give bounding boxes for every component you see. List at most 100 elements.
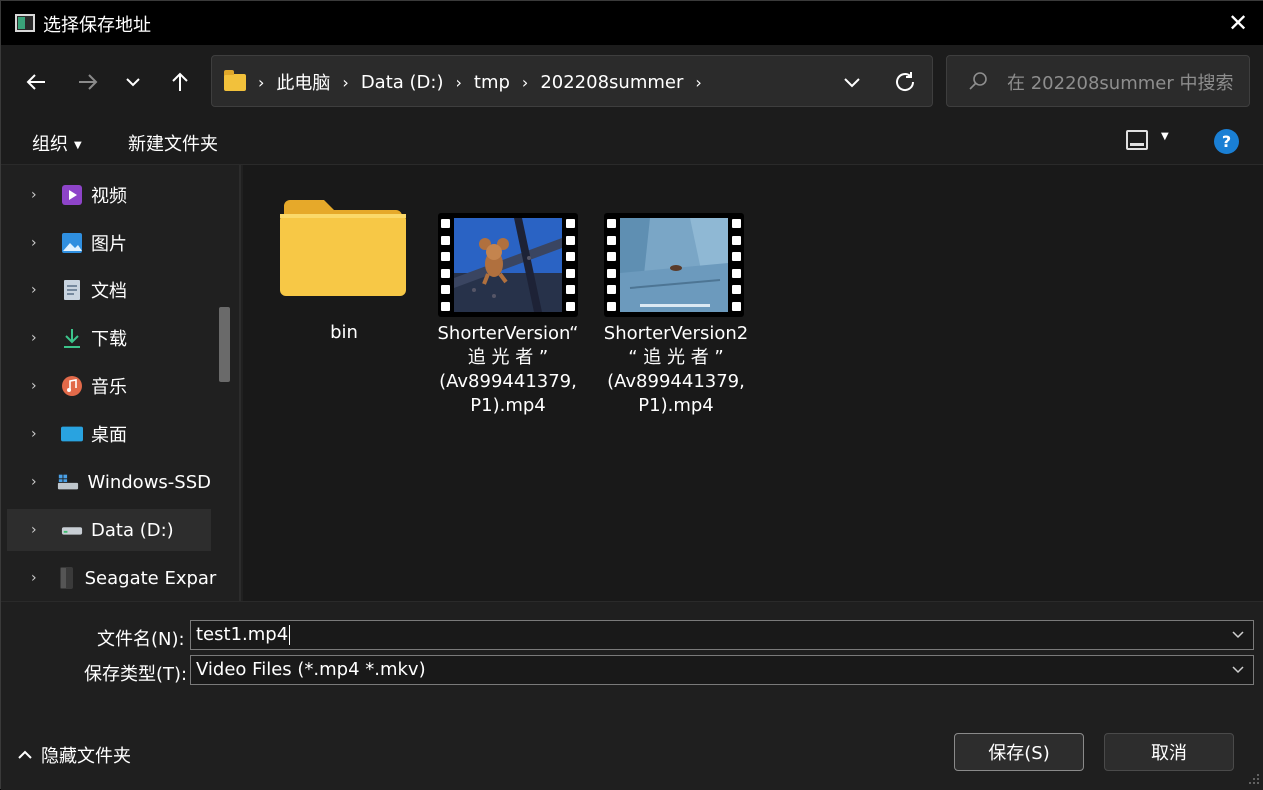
title-bar: 选择保存地址 ✕ (1, 1, 1263, 45)
breadcrumb: › 此电脑 › Data (D:) › tmp › 202208summer › (224, 69, 714, 95)
filename-input[interactable]: test1.mp4 (196, 624, 291, 645)
file-name-line: (Av899441379, (439, 371, 577, 392)
sidebar-item-label: 桌面 (91, 425, 127, 446)
chevron-up-icon (18, 750, 32, 759)
sidebar-item-label: 视频 (91, 186, 127, 207)
sidebar-item-label: 音乐 (91, 377, 127, 398)
arrow-right-icon (79, 74, 98, 90)
chevron-right-icon[interactable]: › (31, 570, 37, 586)
help-button[interactable]: ? (1214, 129, 1239, 154)
filetype-label: 保存类型(T): (84, 664, 188, 685)
command-bar: 组织 ▼ 新建文件夹 ▼ (1, 117, 1263, 165)
video-icon (61, 184, 83, 206)
video-file-item[interactable]: ShorterVersion“ 追 光 者 ” (Av899441379, P1… (435, 213, 581, 423)
sidebar-item-music[interactable]: › 音乐 (7, 365, 211, 407)
file-name-line: P1).mp4 (470, 395, 546, 416)
desktop-icon (61, 423, 83, 445)
address-bar[interactable]: › 此电脑 › Data (D:) › tmp › 202208summer › (211, 55, 933, 107)
search-icon (969, 72, 987, 90)
sidebar-item-label: 图片 (91, 234, 127, 255)
breadcrumb-item[interactable]: tmp (474, 72, 510, 93)
thumbnail-image (620, 218, 728, 312)
search-box[interactable]: 在 202208summer 中搜索 (946, 55, 1250, 107)
save-options-panel: 文件名(N): test1.mp4 保存类型(T): Video Files (… (1, 601, 1263, 790)
dialog-title: 选择保存地址 (43, 15, 151, 36)
sidebar-item-videos[interactable]: › 视频 (7, 174, 211, 216)
chevron-right-icon[interactable]: › (31, 426, 43, 442)
view-options-caret-icon[interactable]: ▼ (1161, 131, 1169, 142)
file-name-line: “ 追 光 者 ” (628, 347, 724, 368)
filename-field[interactable]: test1.mp4 (190, 620, 1254, 650)
documents-icon (61, 279, 83, 301)
breadcrumb-item[interactable]: 此电脑 (276, 69, 330, 95)
chevron-down-icon[interactable] (1231, 627, 1245, 641)
chevron-right-icon[interactable]: › (342, 73, 348, 92)
filetype-value: Video Files (*.mp4 *.mkv) (196, 659, 426, 680)
sidebar-item-data-drive[interactable]: › Data (D:) (7, 509, 211, 551)
hide-folders-label: 隐藏文件夹 (41, 746, 131, 767)
recent-locations-button[interactable] (114, 63, 152, 101)
search-input[interactable]: 在 202208summer 中搜索 (1007, 69, 1234, 95)
chevron-right-icon[interactable]: › (455, 73, 461, 92)
breadcrumb-item[interactable]: 202208summer (540, 72, 683, 93)
sidebar-item-desktop[interactable]: › 桌面 (7, 413, 211, 455)
chevron-down-icon[interactable] (1231, 662, 1245, 676)
sidebar-item-label: 文档 (91, 281, 127, 302)
arrow-left-icon (26, 74, 45, 90)
filetype-select[interactable]: Video Files (*.mp4 *.mkv) (190, 655, 1254, 685)
windows-drive-icon (57, 471, 79, 493)
sidebar-item-documents[interactable]: › 文档 (7, 269, 211, 311)
view-mode-icon[interactable] (1126, 130, 1148, 150)
chevron-right-icon[interactable]: › (695, 73, 701, 92)
organize-label: 组织 (32, 134, 68, 155)
thumbnail-image (454, 218, 562, 312)
sidebar-item-downloads[interactable]: › 下载 (7, 317, 211, 359)
pictures-icon (61, 232, 83, 254)
chevron-right-icon[interactable]: › (522, 73, 528, 92)
folder-item[interactable]: bin (269, 193, 419, 353)
file-name-line: P1).mp4 (638, 395, 714, 416)
file-list: bin ShorterVersion“ 追 光 者 ” (Av899441379… (243, 165, 1263, 601)
video-file-item[interactable]: ShorterVersion2 “ 追 光 者 ” (Av899441379, … (601, 213, 751, 423)
refresh-icon[interactable] (892, 69, 918, 95)
save-button[interactable]: 保存(S) (954, 733, 1084, 771)
chevron-right-icon[interactable]: › (31, 282, 43, 298)
navigation-bar: › 此电脑 › Data (D:) › tmp › 202208summer ›… (1, 45, 1263, 117)
cancel-button[interactable]: 取消 (1104, 733, 1234, 771)
sidebar-item-label: Data (D:) (91, 519, 174, 541)
folder-icon (280, 200, 406, 296)
close-button[interactable]: ✕ (1223, 9, 1253, 37)
filename-label: 文件名(N): (97, 629, 185, 650)
filename-value: test1.mp4 (196, 624, 289, 645)
address-dropdown-icon[interactable] (840, 70, 864, 94)
back-button[interactable] (17, 63, 55, 101)
video-thumbnail (438, 213, 578, 317)
hide-folders-toggle[interactable]: 隐藏文件夹 (17, 742, 131, 768)
sidebar-item-seagate[interactable]: › Seagate Expar (7, 557, 216, 599)
file-name-line: ShorterVersion“ (437, 323, 579, 344)
folder-icon (224, 69, 246, 91)
chevron-right-icon[interactable]: › (31, 378, 43, 394)
file-name: bin (330, 322, 358, 343)
sidebar-item-windows-ssd[interactable]: › Windows-SSD (7, 461, 211, 503)
drive-icon (61, 519, 83, 541)
chevron-right-icon[interactable]: › (31, 187, 43, 203)
sidebar-scrollbar[interactable] (219, 307, 230, 382)
up-button[interactable] (161, 63, 199, 101)
save-dialog: 选择保存地址 ✕ › 此电脑 › Data (D:) › tmp › 20220… (0, 0, 1263, 790)
organize-menu[interactable]: 组织 ▼ (32, 130, 82, 156)
chevron-down-icon (126, 78, 140, 87)
forward-button[interactable] (69, 63, 107, 101)
chevron-right-icon[interactable]: › (31, 330, 43, 346)
chevron-right-icon[interactable]: › (31, 474, 39, 490)
caret-down-icon: ▼ (74, 139, 82, 151)
breadcrumb-item[interactable]: Data (D:) (361, 72, 444, 93)
file-name-line: ShorterVersion2 (603, 323, 749, 344)
sidebar-item-pictures[interactable]: › 图片 (7, 222, 211, 264)
sidebar-item-label: Seagate Expar (84, 567, 217, 589)
resize-grip-icon[interactable] (1245, 770, 1261, 786)
arrow-up-icon (172, 72, 188, 91)
chevron-right-icon[interactable]: › (31, 235, 43, 251)
new-folder-button[interactable]: 新建文件夹 (128, 130, 218, 156)
chevron-right-icon[interactable]: › (31, 522, 43, 538)
